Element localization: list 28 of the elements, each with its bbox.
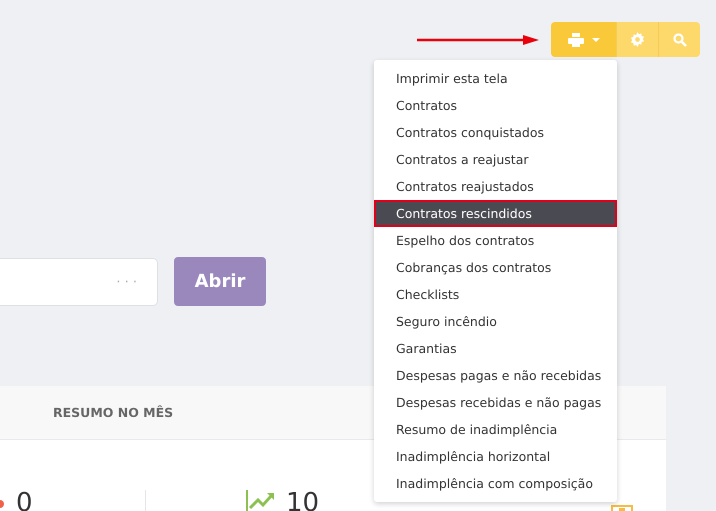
settings-icon [630, 32, 645, 47]
search-button[interactable] [658, 22, 700, 57]
menu-item[interactable]: Despesas pagas e não recebidas [374, 362, 617, 389]
menu-item[interactable]: Despesas recebidas e não pagas [374, 389, 617, 416]
menu-item[interactable]: Contratos a reajustar [374, 146, 617, 173]
menu-item[interactable]: Inadimplência com composição [374, 470, 617, 497]
menu-item[interactable]: Seguro incêndio [374, 308, 617, 335]
menu-item[interactable]: Contratos [374, 92, 617, 119]
menu-item[interactable]: Cobranças dos contratos [374, 254, 617, 281]
menu-item[interactable]: Garantias [374, 335, 617, 362]
menu-item[interactable]: Contratos rescindidos [374, 200, 617, 227]
caret-icon [592, 38, 600, 42]
input-field[interactable]: · · · [0, 258, 158, 306]
menu-item[interactable]: Contratos conquistados [374, 119, 617, 146]
menu-item[interactable]: Contratos reajustados [374, 173, 617, 200]
menu-item[interactable]: Resumo de inadimplência [374, 416, 617, 443]
menu-item[interactable]: Inadimplência horizontal [374, 443, 617, 470]
stat-value: 0 [16, 490, 33, 511]
print-button[interactable] [551, 22, 616, 57]
settings-button[interactable] [616, 22, 658, 57]
card-title: RESUMO NO MÊS [53, 405, 174, 420]
trend-up-icon [246, 490, 276, 511]
search-icon [672, 32, 686, 46]
menu-item[interactable]: Imprimir esta tela [374, 65, 617, 92]
menu-item[interactable]: Espelho dos contratos [374, 227, 617, 254]
printer-icon [568, 32, 584, 46]
stat-value: 10 [286, 490, 320, 511]
menu-item[interactable]: Checklists [374, 281, 617, 308]
